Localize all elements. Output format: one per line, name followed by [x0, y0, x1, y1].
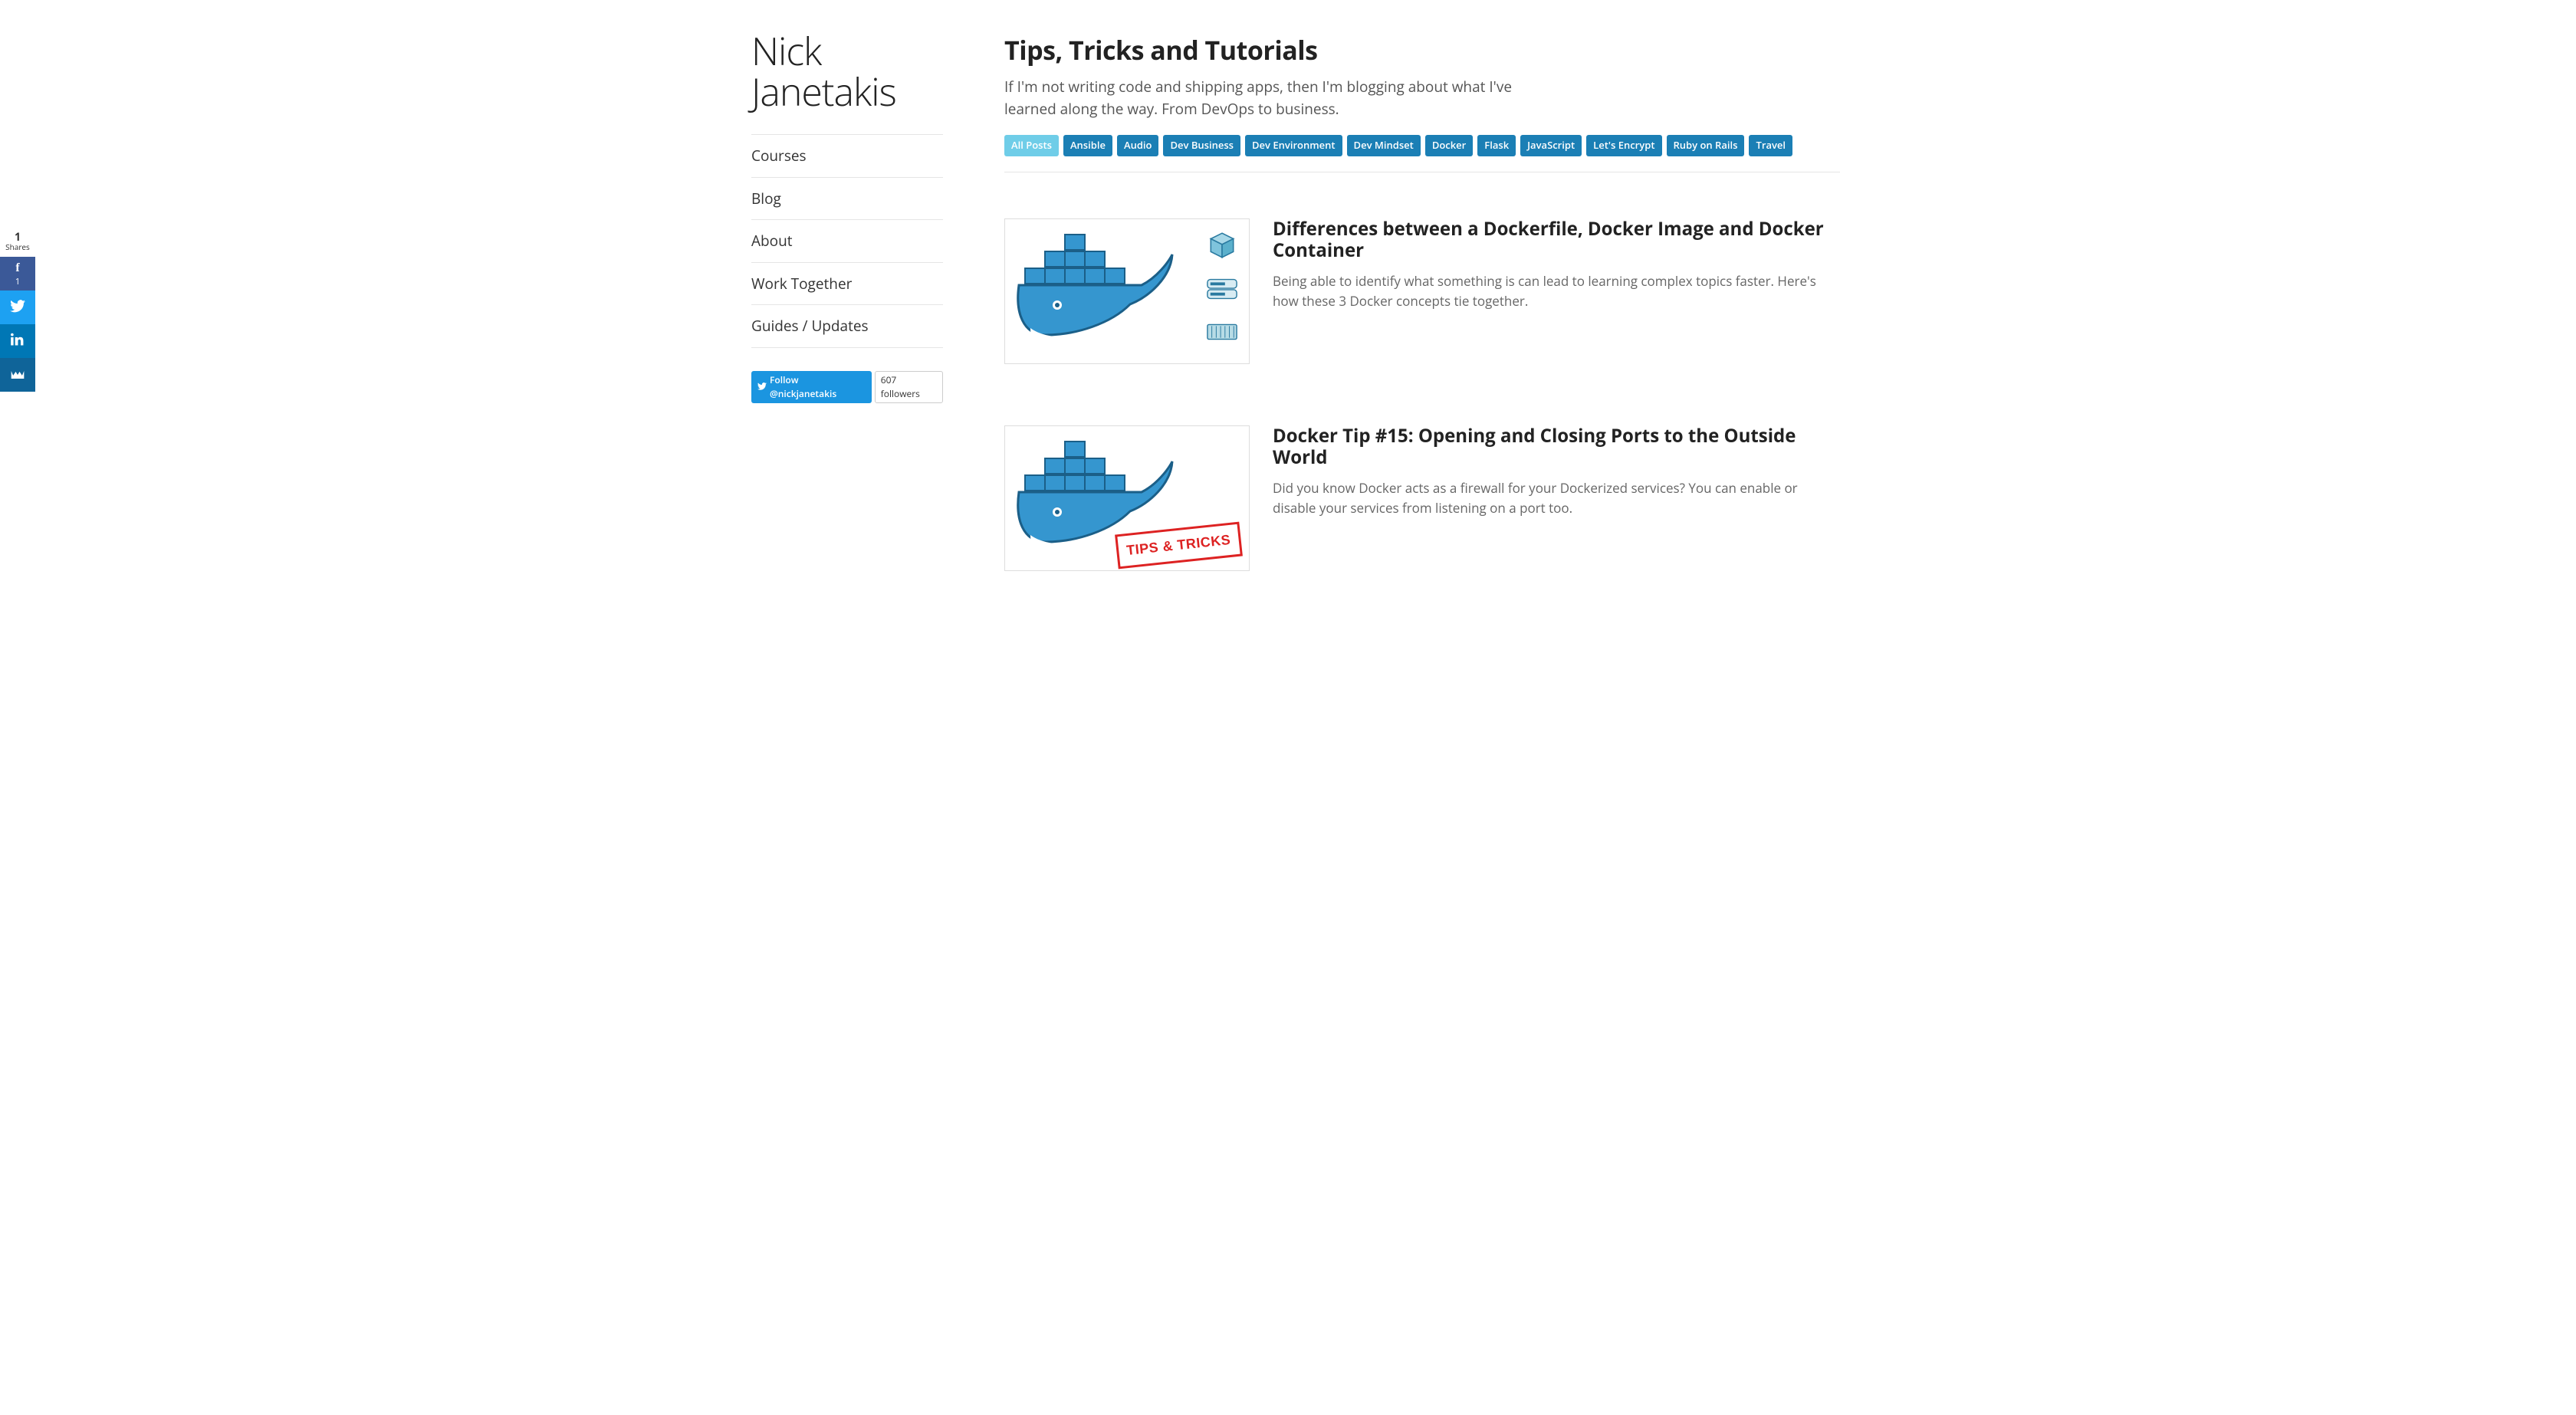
nav-item-guides-updates[interactable]: Guides / Updates: [751, 305, 943, 347]
tag-dev-environment[interactable]: Dev Environment: [1245, 135, 1342, 156]
concept-icons: [1206, 230, 1238, 348]
share-label: Shares: [5, 241, 30, 252]
tag-lets-encrypt[interactable]: Let's Encrypt: [1586, 135, 1661, 156]
tag-all-posts[interactable]: All Posts: [1004, 135, 1059, 156]
post-item: Differences between a Dockerfile, Docker…: [1004, 218, 1840, 364]
share-twitter-button[interactable]: [0, 291, 35, 324]
twitter-icon: [757, 380, 767, 394]
tag-javascript[interactable]: JavaScript: [1520, 135, 1582, 156]
page-title: Tips, Tricks and Tutorials: [1004, 31, 1840, 70]
nav-item-work-together[interactable]: Work Together: [751, 263, 943, 305]
docker-whale-icon: [1011, 228, 1180, 359]
container-icon: [1206, 316, 1238, 348]
twitter-icon: [10, 296, 25, 319]
cube-icon: [1206, 230, 1238, 262]
tag-flask[interactable]: Flask: [1477, 135, 1516, 156]
share-rail: 1 Shares f 1: [0, 230, 35, 392]
nav-item-about[interactable]: About: [751, 220, 943, 262]
share-total: 1 Shares: [0, 230, 35, 257]
post-thumbnail[interactable]: [1004, 218, 1250, 364]
post-title[interactable]: Docker Tip #15: Opening and Closing Port…: [1273, 425, 1840, 470]
twitter-follow-widget: Follow @nickjanetakis 607 followers: [751, 371, 943, 403]
server-icon: [1206, 273, 1238, 305]
sidebar: Nick Janetakis Courses Blog About Work T…: [736, 31, 974, 632]
linkedin-icon: [11, 330, 25, 353]
main-content: Tips, Tricks and Tutorials If I'm not wr…: [974, 31, 1840, 632]
tag-ansible[interactable]: Ansible: [1063, 135, 1112, 156]
post-thumbnail[interactable]: TIPS & TRICKS: [1004, 425, 1250, 571]
post-item: TIPS & TRICKS Docker Tip #15: Opening an…: [1004, 425, 1840, 571]
nav-item-blog[interactable]: Blog: [751, 178, 943, 220]
post-title[interactable]: Differences between a Dockerfile, Docker…: [1273, 218, 1840, 263]
share-sumo-button[interactable]: [0, 358, 35, 392]
page-subtitle: If I'm not writing code and shipping app…: [1004, 76, 1526, 120]
tag-travel[interactable]: Travel: [1749, 135, 1792, 156]
post-body: Docker Tip #15: Opening and Closing Port…: [1273, 425, 1840, 571]
facebook-icon: f: [15, 259, 19, 277]
post-excerpt: Being able to identify what something is…: [1273, 271, 1840, 310]
twitter-follower-count[interactable]: 607 followers: [875, 371, 943, 403]
tag-list: All Posts Ansible Audio Dev Business Dev…: [1004, 135, 1840, 156]
nav-list: Courses Blog About Work Together Guides …: [751, 134, 943, 348]
site-title-text: Nick Janetakis: [751, 25, 896, 117]
twitter-follow-label: Follow @nickjanetakis: [770, 373, 866, 401]
tag-dev-business[interactable]: Dev Business: [1163, 135, 1240, 156]
tag-ruby-on-rails[interactable]: Ruby on Rails: [1667, 135, 1745, 156]
tag-docker[interactable]: Docker: [1425, 135, 1473, 156]
site-title[interactable]: Nick Janetakis: [751, 31, 943, 111]
post-body: Differences between a Dockerfile, Docker…: [1273, 218, 1840, 364]
tag-audio[interactable]: Audio: [1117, 135, 1159, 156]
crown-icon: [10, 363, 25, 386]
tag-dev-mindset[interactable]: Dev Mindset: [1347, 135, 1421, 156]
twitter-follow-button[interactable]: Follow @nickjanetakis: [751, 371, 872, 403]
nav-item-courses[interactable]: Courses: [751, 135, 943, 177]
post-excerpt: Did you know Docker acts as a firewall f…: [1273, 478, 1840, 517]
share-linkedin-button[interactable]: [0, 324, 35, 358]
share-facebook-button[interactable]: f 1: [0, 257, 35, 291]
share-facebook-count: 1: [15, 276, 20, 289]
